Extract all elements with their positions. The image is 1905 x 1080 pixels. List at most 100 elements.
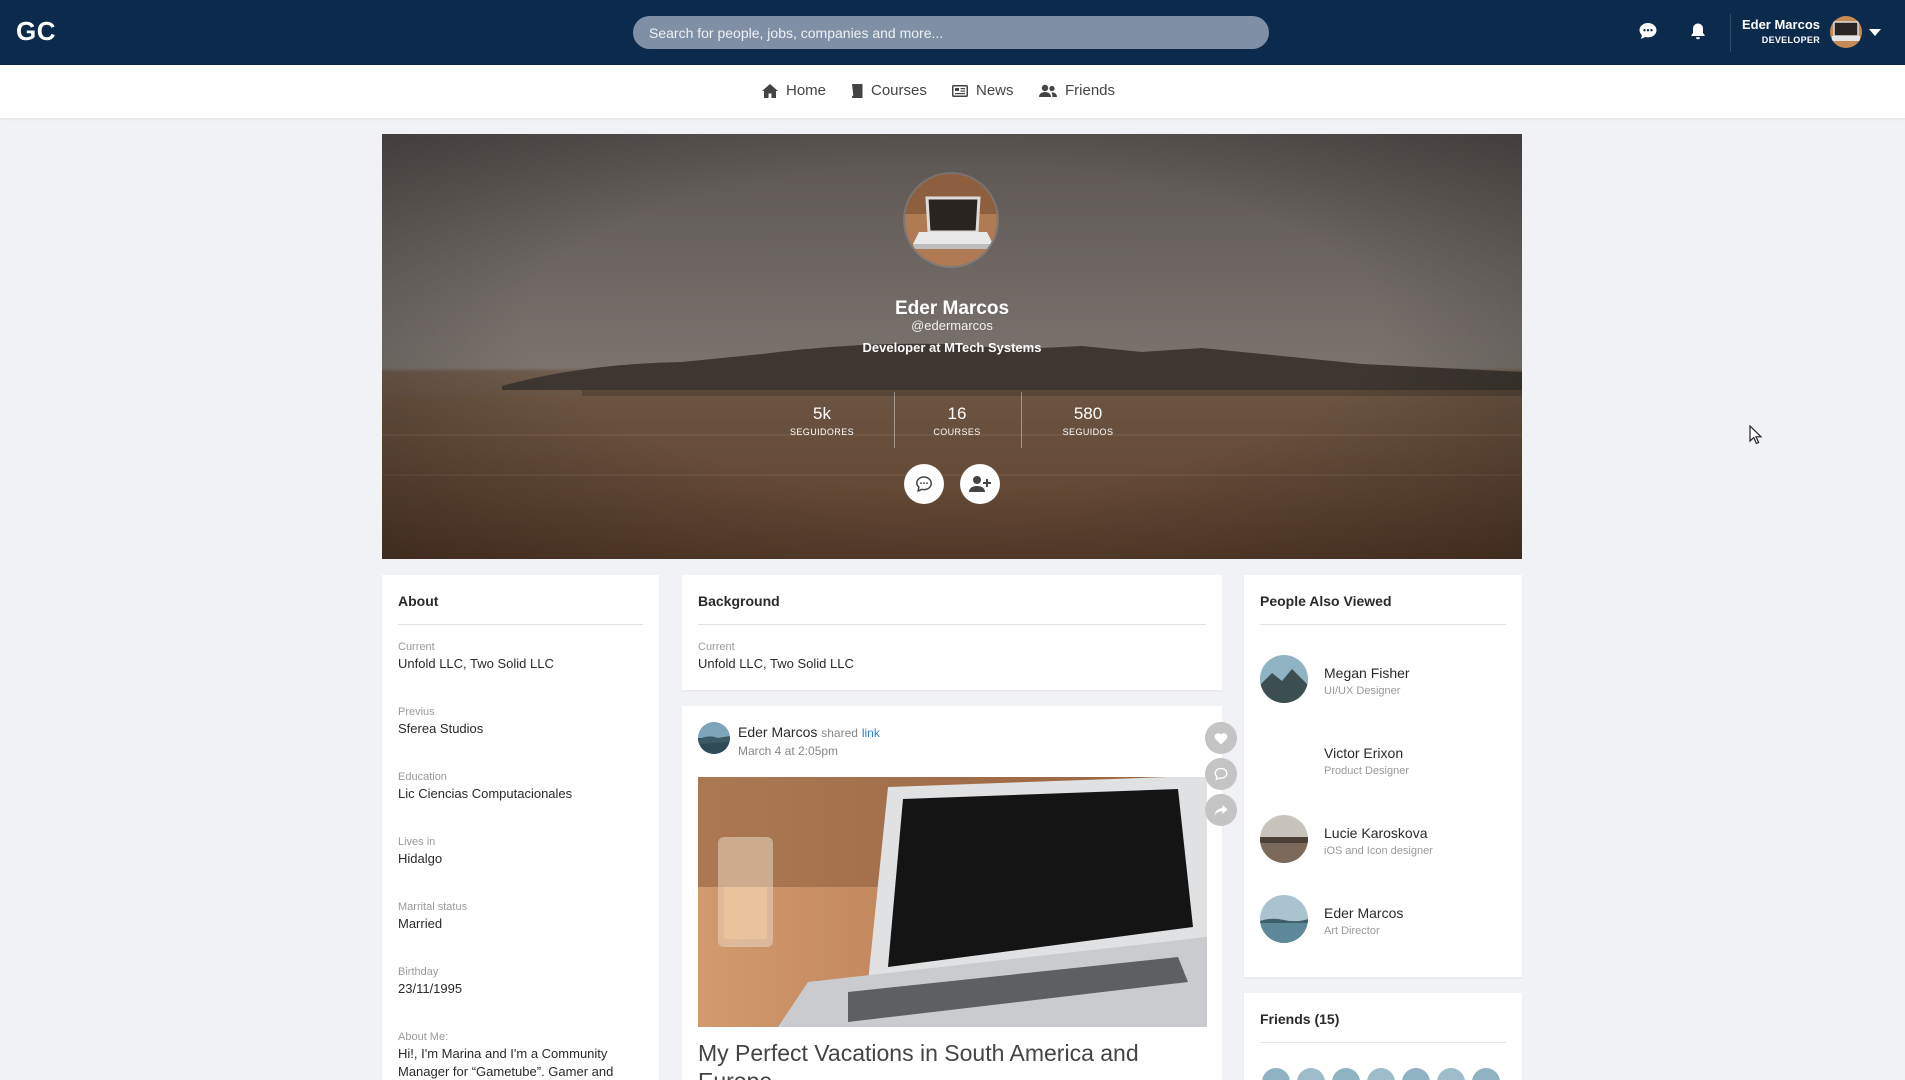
person-role: Product Designer — [1324, 765, 1409, 777]
person-name[interactable]: Eder Marcos — [1324, 905, 1403, 921]
field-value: Unfold LLC, Two Solid LLC — [698, 656, 854, 671]
field-value: Unfold LLC, Two Solid LLC — [398, 656, 554, 671]
friend-avatar[interactable] — [1260, 1066, 1292, 1080]
divider — [698, 624, 1206, 625]
post-author-avatar[interactable] — [698, 722, 730, 754]
background-title: Background — [698, 593, 780, 609]
field-value: Lic Ciencias Computacionales — [398, 786, 573, 801]
person-avatar[interactable] — [1260, 815, 1308, 863]
profile-name: Eder Marcos — [894, 298, 1010, 319]
user-avatar[interactable] — [1830, 16, 1862, 48]
person-role: iOS and Icon designer — [1324, 845, 1433, 857]
post-card: Eder Marcos shared link March 4 at 2:05p… — [682, 706, 1237, 1080]
post-link[interactable]: link — [862, 726, 880, 740]
nav-item-courses[interactable]: Courses — [851, 82, 927, 99]
user-name[interactable]: Eder Marcos — [1742, 17, 1820, 32]
user-menu-caret-icon[interactable] — [1869, 29, 1881, 36]
mouse-cursor-icon — [1749, 424, 1763, 450]
chat-icon[interactable] — [1638, 21, 1660, 43]
post-title[interactable]: My Perfect Vacations in South America an… — [698, 1039, 1207, 1080]
field-value: Hi!, I'm Marina and I'm a Community Mana… — [398, 1046, 614, 1079]
stat-following[interactable]: 580 SEGUIDOS — [1028, 404, 1148, 437]
about-card: About Current Unfold LLC, Two Solid LLC … — [382, 575, 659, 1080]
profile-handle: @edermarcos — [911, 318, 993, 333]
stat-label: SEGUIDOS — [1062, 427, 1114, 437]
person-name[interactable]: Megan Fisher — [1324, 665, 1410, 681]
friend-avatar[interactable] — [1470, 1066, 1502, 1080]
stat-divider — [894, 392, 895, 448]
message-button[interactable] — [904, 464, 944, 504]
share-button[interactable] — [1205, 794, 1237, 826]
topbar-divider — [1730, 14, 1731, 52]
comment-button[interactable] — [1205, 758, 1237, 790]
friend-avatar[interactable] — [1365, 1066, 1397, 1080]
stat-value: 16 — [947, 404, 967, 423]
profile-headline: Developer at MTech Systems — [862, 340, 1042, 355]
field-label: Birthday — [398, 966, 439, 978]
home-icon — [762, 83, 778, 98]
divider — [1260, 1042, 1506, 1043]
person-name[interactable]: Victor Erixon — [1324, 745, 1403, 761]
heart-icon — [1214, 732, 1228, 744]
divider — [1260, 624, 1506, 625]
field-value: 23/11/1995 — [398, 981, 463, 996]
comment-icon — [1214, 767, 1228, 781]
field-label: Marrital status — [398, 901, 468, 913]
post-header: Eder Marcos shared link — [738, 724, 880, 740]
user-plus-icon — [969, 476, 991, 492]
friend-avatar[interactable] — [1435, 1066, 1467, 1080]
field-value: Sferea Studios — [398, 721, 484, 736]
nav-item-label: Courses — [871, 82, 927, 99]
post-author-name[interactable]: Eder Marcos — [738, 724, 817, 740]
stat-courses[interactable]: 16 COURSES — [897, 404, 1017, 437]
newspaper-icon — [952, 84, 968, 97]
main-nav: Home Courses News Friends — [0, 65, 1905, 118]
field-value: Hidalgo — [398, 851, 443, 866]
nav-item-label: Friends — [1065, 82, 1116, 99]
nav-item-friends[interactable]: Friends — [1039, 82, 1115, 99]
stat-label: COURSES — [933, 427, 981, 437]
nav-item-news[interactable]: News — [952, 82, 1014, 99]
person-name[interactable]: Lucie Karoskova — [1324, 825, 1428, 841]
friend-avatar[interactable] — [1295, 1066, 1327, 1080]
post-date: March 4 at 2:05pm — [738, 744, 839, 758]
friend-avatar[interactable] — [1400, 1066, 1432, 1080]
book-icon — [852, 83, 863, 98]
stat-followers[interactable]: 5k SEGUIDORES — [762, 404, 882, 437]
friends-card: Friends (15) — [1244, 993, 1522, 1080]
stat-label: SEGUIDORES — [789, 427, 854, 437]
people-also-viewed-card: People Also Viewed Megan Fisher UI/UX De… — [1244, 575, 1522, 977]
person-avatar[interactable] — [1260, 735, 1308, 783]
post-action: shared — [821, 726, 858, 740]
stat-divider — [1021, 392, 1022, 448]
nav-item-label: Home — [786, 82, 827, 99]
person-role: UI/UX Designer — [1324, 685, 1401, 697]
field-label: About Me: — [398, 1031, 449, 1043]
friends-title[interactable]: Friends (15) — [1260, 1011, 1339, 1027]
top-bar: GC Search for people, jobs, companies an… — [0, 0, 1905, 65]
friend-avatar[interactable] — [1330, 1066, 1362, 1080]
users-icon — [1039, 84, 1057, 97]
divider — [398, 624, 643, 625]
bell-icon[interactable] — [1688, 21, 1710, 43]
person-role: Art Director — [1324, 925, 1380, 937]
stat-value: 580 — [1073, 404, 1103, 423]
field-label: Education — [398, 771, 447, 783]
stat-value: 5k — [813, 404, 831, 423]
profile-avatar[interactable] — [903, 172, 999, 268]
like-button[interactable] — [1205, 722, 1237, 754]
people-title: People Also Viewed — [1260, 593, 1392, 609]
person-avatar[interactable] — [1260, 655, 1308, 703]
app-logo[interactable]: GC — [16, 16, 56, 47]
search-input[interactable]: Search for people, jobs, companies and m… — [633, 16, 1269, 49]
profile-cover: Eder Marcos @edermarcos Developer at MTe… — [382, 134, 1522, 559]
person-avatar[interactable] — [1260, 895, 1308, 943]
field-label: Lives in — [398, 836, 436, 848]
chat-bubble-icon — [916, 476, 932, 493]
field-label: Current — [398, 641, 435, 653]
nav-item-home[interactable]: Home — [762, 82, 826, 99]
share-icon — [1214, 804, 1228, 816]
post-image[interactable] — [698, 777, 1207, 1027]
nav-item-label: News — [976, 82, 1014, 99]
add-friend-button[interactable] — [960, 464, 1000, 504]
